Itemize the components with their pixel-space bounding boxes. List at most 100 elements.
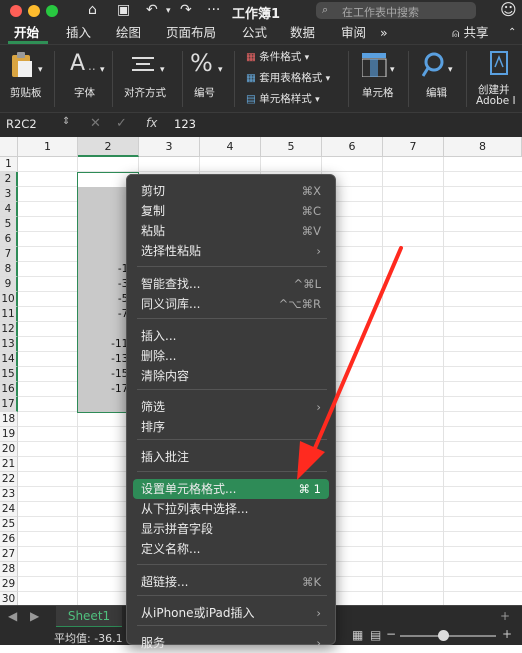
menu-item-hyperlink[interactable]: 超链接... ⌘K xyxy=(133,572,329,592)
tab-home[interactable]: 开始 xyxy=(14,24,39,42)
row-header[interactable]: 17 xyxy=(0,397,18,412)
menu-item-insert-comment[interactable]: 插入批注 xyxy=(133,447,329,467)
row-header[interactable]: 25 xyxy=(0,517,18,532)
zoom-out-icon[interactable]: − xyxy=(386,627,396,641)
formula-input[interactable]: 123 xyxy=(174,117,196,131)
confirm-icon[interactable]: ✓ xyxy=(116,116,127,131)
menu-item-thesaurus[interactable]: 同义词库... ^⌥⌘R xyxy=(133,294,329,314)
tab-formulas[interactable]: 公式 xyxy=(242,24,267,42)
menu-item-paste-special[interactable]: 选择性粘贴 › xyxy=(133,241,329,261)
menu-item-copy[interactable]: 复制 ⌘C xyxy=(133,201,329,221)
menu-item-filter[interactable]: 筛选 › xyxy=(133,397,329,417)
column-header[interactable]: 7 xyxy=(383,137,444,157)
column-header[interactable]: 6 xyxy=(322,137,383,157)
namebox-stepper-icon[interactable]: ⇕ xyxy=(62,116,70,127)
align-button[interactable]: ▾ 对齐方式 xyxy=(120,45,180,113)
undo-icon[interactable]: ↶ xyxy=(146,2,158,18)
menu-item-pick-from-list[interactable]: 从下拉列表中选择... xyxy=(133,499,329,519)
function-icon[interactable]: fx xyxy=(146,116,157,130)
minimize-window-button[interactable] xyxy=(28,5,40,17)
row-header[interactable]: 5 xyxy=(0,217,18,232)
tab-more[interactable]: » xyxy=(380,24,388,42)
number-button[interactable]: % ▾ 编号 xyxy=(188,45,228,113)
menu-item-format-cells[interactable]: 设置单元格格式... ⌘ 1 xyxy=(133,479,329,499)
account-icon[interactable]: ☺ xyxy=(500,0,517,19)
row-header[interactable]: 28 xyxy=(0,562,18,577)
search-input[interactable]: ⌕ 在工作表中搜索 xyxy=(316,2,476,19)
sheet-tab[interactable]: Sheet1 xyxy=(56,606,122,628)
row-header[interactable]: 12 xyxy=(0,322,18,337)
menu-item-services[interactable]: 服务 › xyxy=(133,633,329,653)
name-box[interactable]: R2C2 xyxy=(6,117,37,131)
undo-dropdown-icon[interactable]: ▾ xyxy=(166,6,171,16)
column-header-selected[interactable]: 2 xyxy=(78,137,139,157)
tab-insert[interactable]: 插入 xyxy=(66,24,91,42)
menu-item-define-name[interactable]: 定义名称... xyxy=(133,539,329,559)
row-header[interactable]: 1 xyxy=(0,157,18,172)
row-header[interactable]: 16 xyxy=(0,382,18,397)
add-sheet-icon[interactable]: + xyxy=(500,609,510,623)
row-header[interactable]: 9 xyxy=(0,277,18,292)
menu-item-insert-from-iphone[interactable]: 从iPhone或iPad插入 › xyxy=(133,603,329,623)
cell-styles-button[interactable]: ▤ 单元格样式 ▾ xyxy=(246,91,320,106)
menu-item-show-phonetic[interactable]: 显示拼音字段 xyxy=(133,519,329,539)
menu-item-insert[interactable]: 插入... xyxy=(133,326,329,346)
cells-button[interactable]: ▾ 单元格 xyxy=(354,45,404,113)
cancel-icon[interactable]: ✕ xyxy=(90,116,101,131)
row-header[interactable]: 6 xyxy=(0,232,18,247)
column-header[interactable]: 1 xyxy=(18,137,78,157)
row-header[interactable]: 21 xyxy=(0,457,18,472)
next-sheet-icon[interactable]: ▶ xyxy=(30,609,39,623)
row-header[interactable]: 23 xyxy=(0,487,18,502)
row-header[interactable]: 2 xyxy=(0,172,18,187)
adobe-pdf-button[interactable]: 创建并 Adobe I xyxy=(472,45,522,113)
row-header[interactable]: 30 xyxy=(0,592,18,605)
row-header[interactable]: 7 xyxy=(0,247,18,262)
ribbon-collapse-icon[interactable]: ⌃ xyxy=(508,24,516,42)
more-icon[interactable]: ··· xyxy=(207,2,220,18)
tab-draw[interactable]: 绘图 xyxy=(116,24,141,42)
zoom-slider[interactable] xyxy=(400,630,496,641)
row-header[interactable]: 29 xyxy=(0,577,18,592)
conditional-format-button[interactable]: ▦ 条件格式 ▾ xyxy=(246,49,309,64)
row-header[interactable]: 3 xyxy=(0,187,18,202)
row-header[interactable]: 14 xyxy=(0,352,18,367)
zoom-slider-thumb[interactable] xyxy=(438,630,449,641)
normal-view-icon[interactable]: ▦ xyxy=(352,628,363,642)
row-header[interactable]: 26 xyxy=(0,532,18,547)
menu-item-sort[interactable]: 排序 xyxy=(133,417,329,437)
column-header[interactable]: 3 xyxy=(139,137,200,157)
zoom-window-button[interactable] xyxy=(46,5,58,17)
row-header[interactable]: 19 xyxy=(0,427,18,442)
format-as-table-button[interactable]: ▦ 套用表格格式 ▾ xyxy=(246,70,330,85)
zoom-in-icon[interactable]: + xyxy=(502,627,512,641)
row-header[interactable]: 27 xyxy=(0,547,18,562)
share-button[interactable]: ⍝ 共享 xyxy=(452,24,489,42)
row-header[interactable]: 10 xyxy=(0,292,18,307)
edit-button[interactable]: ▾ 编辑 xyxy=(416,45,460,113)
redo-icon[interactable]: ↷ xyxy=(180,2,192,18)
font-button[interactable]: A .. ▾ 字体 xyxy=(62,45,108,113)
row-header[interactable]: 4 xyxy=(0,202,18,217)
menu-item-paste[interactable]: 粘贴 ⌘V xyxy=(133,221,329,241)
menu-item-cut[interactable]: 剪切 ⌘X xyxy=(133,181,329,201)
row-header[interactable]: 24 xyxy=(0,502,18,517)
menu-item-smart-lookup[interactable]: 智能查找... ^⌘L xyxy=(133,274,329,294)
column-header[interactable]: 4 xyxy=(200,137,261,157)
tab-page-layout[interactable]: 页面布局 xyxy=(166,24,216,42)
menu-item-delete[interactable]: 删除... xyxy=(133,346,329,366)
row-header[interactable]: 18 xyxy=(0,412,18,427)
row-header[interactable]: 13 xyxy=(0,337,18,352)
tab-data[interactable]: 数据 xyxy=(290,24,315,42)
select-all-corner[interactable] xyxy=(0,137,18,157)
row-header[interactable]: 22 xyxy=(0,472,18,487)
page-layout-view-icon[interactable]: ▤ xyxy=(370,628,381,642)
column-header[interactable]: 8 xyxy=(444,137,522,157)
row-header[interactable]: 15 xyxy=(0,367,18,382)
row-header[interactable]: 11 xyxy=(0,307,18,322)
close-window-button[interactable] xyxy=(10,5,22,17)
prev-sheet-icon[interactable]: ◀ xyxy=(8,609,17,623)
column-header[interactable]: 5 xyxy=(261,137,322,157)
tab-review[interactable]: 审阅 xyxy=(341,24,366,42)
home-icon[interactable]: ⌂ xyxy=(88,2,97,18)
